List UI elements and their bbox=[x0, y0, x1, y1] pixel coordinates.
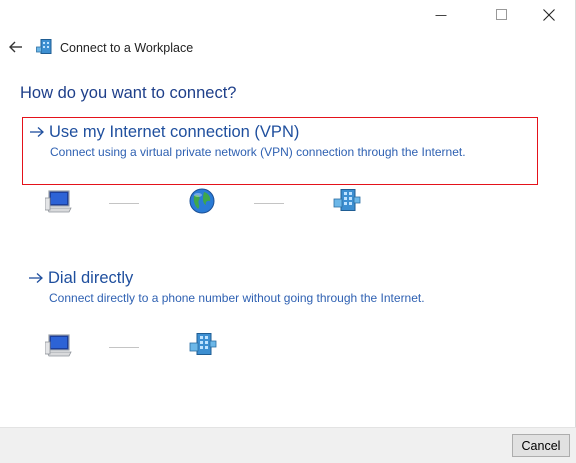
minimize-icon bbox=[435, 15, 447, 16]
workplace-network-icon bbox=[36, 39, 52, 54]
window-frame bbox=[0, 0, 576, 463]
vpn-option-title: Use my Internet connection (VPN) bbox=[49, 123, 300, 141]
arrow-right-icon bbox=[28, 267, 48, 289]
maximize-button[interactable] bbox=[479, 0, 525, 30]
minimize-button[interactable] bbox=[418, 0, 464, 30]
back-button[interactable] bbox=[6, 37, 26, 57]
dial-option-title: Dial directly bbox=[48, 269, 134, 287]
computer-icon bbox=[45, 334, 72, 357]
back-arrow-icon bbox=[9, 41, 22, 53]
vpn-option-description: Connect using a virtual private network … bbox=[50, 145, 466, 159]
dial-option-description: Connect directly to a phone number witho… bbox=[49, 291, 425, 305]
connector-line bbox=[109, 203, 139, 204]
connector-line bbox=[109, 347, 139, 348]
computer-icon bbox=[45, 190, 72, 213]
workplace-network-icon bbox=[333, 189, 361, 211]
vpn-option[interactable]: Use my Internet connection (VPN) Connect… bbox=[22, 117, 538, 185]
cancel-button[interactable]: Cancel bbox=[512, 434, 570, 457]
dial-option[interactable]: Dial directly Connect directly to a phon… bbox=[22, 266, 492, 312]
wizard-title: Connect to a Workplace bbox=[60, 41, 194, 55]
page-heading: How do you want to connect? bbox=[20, 84, 237, 102]
maximize-icon bbox=[496, 9, 507, 20]
arrow-right-icon bbox=[29, 121, 49, 143]
close-icon bbox=[543, 9, 555, 21]
connector-line bbox=[254, 203, 284, 204]
workplace-network-icon bbox=[189, 333, 217, 355]
close-button[interactable] bbox=[526, 0, 572, 30]
globe-icon bbox=[189, 188, 215, 214]
footer-bar bbox=[0, 427, 576, 463]
